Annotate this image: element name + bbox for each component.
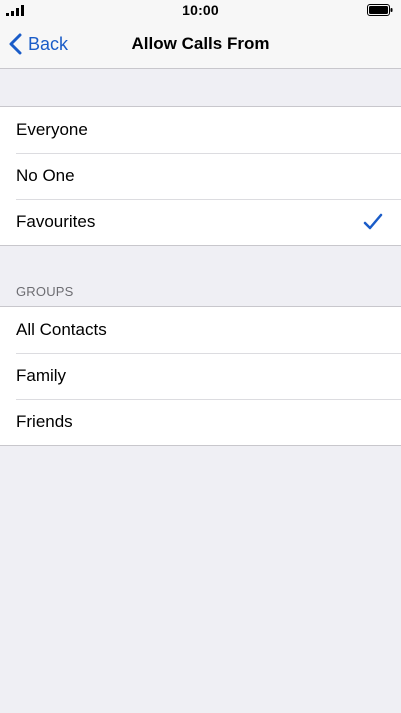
option-label: Everyone [16, 120, 88, 139]
option-favourites[interactable]: Favourites [0, 199, 401, 245]
groups-section-header: GROUPS [16, 284, 74, 299]
back-button[interactable]: Back [8, 20, 68, 68]
group-all-contacts[interactable]: All Contacts [0, 307, 401, 353]
checkmark-icon [363, 213, 383, 230]
group-friends[interactable]: Friends [0, 399, 401, 445]
battery-icon [367, 4, 393, 16]
chevron-left-icon [9, 33, 22, 55]
status-bar: 10:00 [0, 0, 401, 20]
option-label: No One [16, 166, 75, 185]
group-family[interactable]: Family [0, 353, 401, 399]
navigation-bar: Allow Calls From Back [0, 20, 401, 69]
option-no-one[interactable]: No One [0, 153, 401, 199]
option-label: Favourites [16, 212, 96, 231]
option-everyone[interactable]: Everyone [0, 107, 401, 153]
back-button-label: Back [28, 33, 69, 54]
group-label: Friends [16, 412, 73, 431]
group-label: All Contacts [16, 320, 107, 339]
groups-list: All Contacts Family Friends [0, 306, 401, 446]
group-label: Family [16, 366, 67, 385]
status-time: 10:00 [182, 2, 219, 18]
allow-calls-options: Everyone No One Favourites [0, 106, 401, 246]
